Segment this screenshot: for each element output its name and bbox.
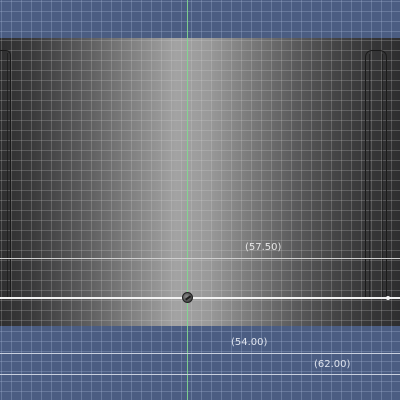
origin-marker-icon[interactable] xyxy=(182,292,193,303)
part-body[interactable] xyxy=(0,38,400,326)
part-grid-overlay xyxy=(0,38,400,326)
right-slot-inner-edge xyxy=(369,54,383,298)
dimension-label-middle[interactable]: (54.00) xyxy=(231,337,267,349)
dimension-label-upper[interactable]: (57.50) xyxy=(245,242,281,254)
dimension-line-upper[interactable] xyxy=(0,258,400,259)
dimension-label-lower[interactable]: (62.00) xyxy=(314,359,350,371)
dimension-line-middle[interactable] xyxy=(0,353,400,354)
vertical-axis-line xyxy=(187,0,188,400)
cad-viewport[interactable]: (57.50) (54.00) (62.00) xyxy=(0,0,400,400)
endpoint-dot-icon[interactable] xyxy=(386,296,390,300)
base-edge-line[interactable] xyxy=(0,297,400,299)
left-slot-inner-edge xyxy=(0,53,8,298)
dimension-line-lower[interactable] xyxy=(0,374,400,375)
